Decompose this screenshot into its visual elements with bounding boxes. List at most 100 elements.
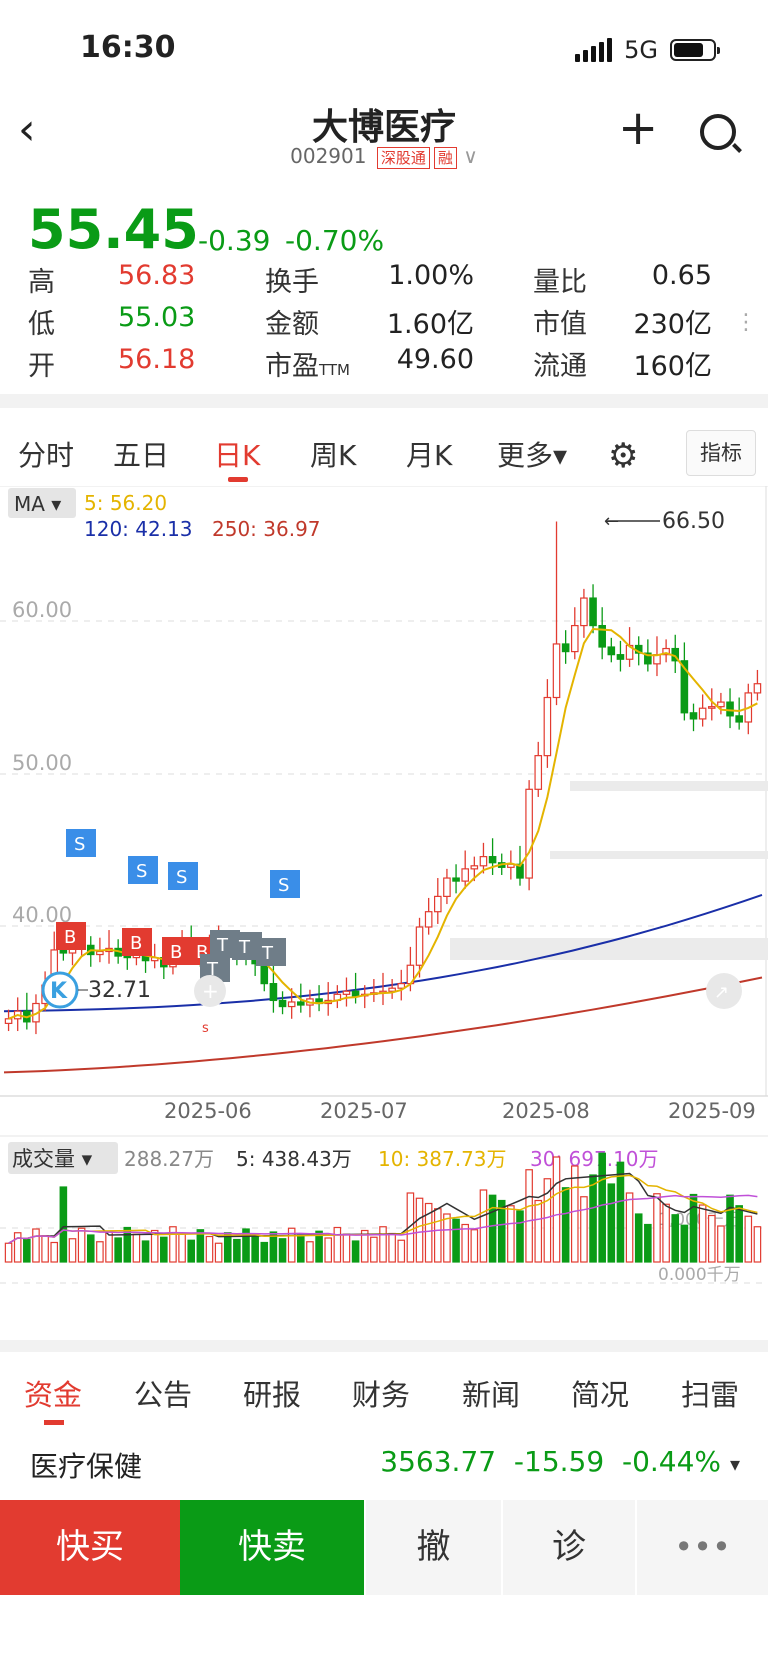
float-cap-value: 160亿	[633, 351, 712, 382]
pe-label: 市盈TTM	[265, 351, 351, 382]
volume-bar	[625, 1192, 634, 1263]
volume-bar	[470, 1229, 479, 1263]
more-stats-icon[interactable]: ⋮	[735, 312, 757, 334]
svg-text:S: S	[176, 867, 187, 888]
quick-sell-button[interactable]: 快卖	[180, 1500, 364, 1595]
sector-quote[interactable]: 3563.77 -15.59 -0.44% ▾	[380, 1445, 740, 1478]
status-time: 16:30	[80, 30, 176, 65]
volume-bar	[634, 1213, 643, 1263]
candle-body	[726, 701, 734, 717]
volume-bar	[105, 1230, 113, 1263]
volume-bar	[735, 1205, 743, 1263]
volume-bar	[178, 1232, 186, 1263]
volume-bar	[443, 1213, 451, 1263]
indicator-button[interactable]: 指标	[686, 430, 756, 476]
gear-icon[interactable]: ⚙	[608, 436, 638, 476]
kline-chart[interactable]: MA ▾ 5: 56.20 120: 42.13 250: 36.97 60.0…	[0, 486, 768, 1346]
candle-body	[543, 696, 552, 757]
candle-body	[452, 877, 460, 882]
svg-text:S: S	[136, 861, 147, 882]
section-divider	[0, 1340, 768, 1352]
tab-funds[interactable]: 资金	[24, 1372, 82, 1414]
volume-bar	[707, 1214, 716, 1263]
volume-bar	[726, 1194, 734, 1263]
tab-weekly-k[interactable]: 周K	[310, 434, 356, 474]
svg-text:B: B	[130, 933, 142, 954]
margin-tag: 融	[433, 146, 457, 169]
svg-text:B: B	[170, 942, 182, 963]
sector-change: -15.59	[513, 1445, 605, 1478]
tab-daily-k[interactable]: 日K	[214, 434, 260, 474]
volume-bar	[59, 1186, 68, 1263]
volume-bar	[598, 1152, 606, 1263]
high-label: 高	[28, 267, 55, 298]
candle-body	[278, 999, 287, 1008]
volume-bar	[607, 1183, 616, 1263]
sz-connect-tag: 深股通	[376, 146, 430, 169]
svg-text:T: T	[216, 935, 229, 956]
high-value: 56.83	[118, 260, 196, 291]
search-icon[interactable]	[700, 114, 736, 150]
volume-bar	[698, 1204, 707, 1263]
volume-ma5: 5: 438.43万	[236, 1147, 352, 1171]
tab-research[interactable]: 研报	[243, 1372, 301, 1414]
volume-bar	[516, 1210, 524, 1263]
tab-more[interactable]: 更多▾	[497, 434, 567, 474]
volume-bar	[717, 1225, 725, 1263]
signal-icon	[575, 38, 613, 62]
candle-body	[753, 683, 762, 694]
tab-risk-scan[interactable]: 扫雷	[681, 1372, 739, 1414]
tab-five-day[interactable]: 五日	[113, 434, 169, 474]
volume-bar	[525, 1169, 533, 1263]
volume-bar	[570, 1165, 579, 1263]
add-watchlist-icon[interactable]: +	[618, 104, 658, 152]
open-label: 开	[28, 351, 55, 382]
volume-bar	[77, 1227, 86, 1263]
volume-bar	[388, 1232, 396, 1263]
sector-pct: -0.44%	[621, 1445, 722, 1478]
tab-monthly-k[interactable]: 月K	[406, 434, 452, 474]
volume-bar	[306, 1241, 314, 1263]
volume-bar	[479, 1189, 488, 1263]
candle-body	[433, 895, 442, 913]
volume-bar	[251, 1235, 259, 1263]
sector-name[interactable]: 医疗保健	[30, 1445, 142, 1485]
volume-bar	[370, 1236, 378, 1263]
tab-financials[interactable]: 财务	[352, 1372, 410, 1414]
min-price-label: 32.71	[88, 978, 151, 1003]
ma5-line	[8, 627, 758, 1020]
candle-body	[342, 990, 351, 995]
svg-text:s: s	[202, 1021, 209, 1036]
candle-body	[351, 990, 360, 997]
chevron-down-icon: ∨	[463, 144, 478, 168]
volume-bar	[461, 1223, 469, 1263]
x-axis-date: 2025-09	[668, 1099, 756, 1123]
x-axis-date: 2025-08	[502, 1099, 590, 1123]
tab-profile[interactable]: 简况	[571, 1372, 629, 1414]
volume-bar	[488, 1194, 497, 1263]
candle-body	[388, 987, 396, 992]
price-change-pct: -0.70%	[285, 224, 385, 257]
volume-bar	[671, 1214, 680, 1263]
tab-intraday[interactable]: 分时	[18, 434, 74, 474]
candle-body	[534, 755, 543, 790]
diagnose-button[interactable]: 诊	[503, 1500, 635, 1595]
candle-body	[616, 654, 625, 660]
cancel-order-button[interactable]: 撤	[366, 1500, 501, 1595]
candle-body	[479, 856, 488, 867]
candle-body	[607, 646, 616, 656]
max-price-label: 66.50	[662, 509, 725, 534]
tab-news[interactable]: 新闻	[462, 1372, 520, 1414]
tab-announcements[interactable]: 公告	[134, 1372, 192, 1414]
volume-bar	[205, 1235, 214, 1263]
candle-body	[717, 701, 725, 708]
amount-value: 1.60亿	[386, 309, 474, 340]
volume-bar	[689, 1193, 698, 1263]
current-price: 55.45	[28, 198, 199, 261]
more-actions-icon[interactable]: •••	[637, 1500, 768, 1595]
svg-text:S: S	[74, 834, 85, 855]
quick-buy-button[interactable]: 快买	[0, 1500, 180, 1595]
candle-body	[4, 1018, 13, 1024]
open-value: 56.18	[118, 344, 196, 375]
y-axis-label: 50.00	[12, 751, 72, 775]
